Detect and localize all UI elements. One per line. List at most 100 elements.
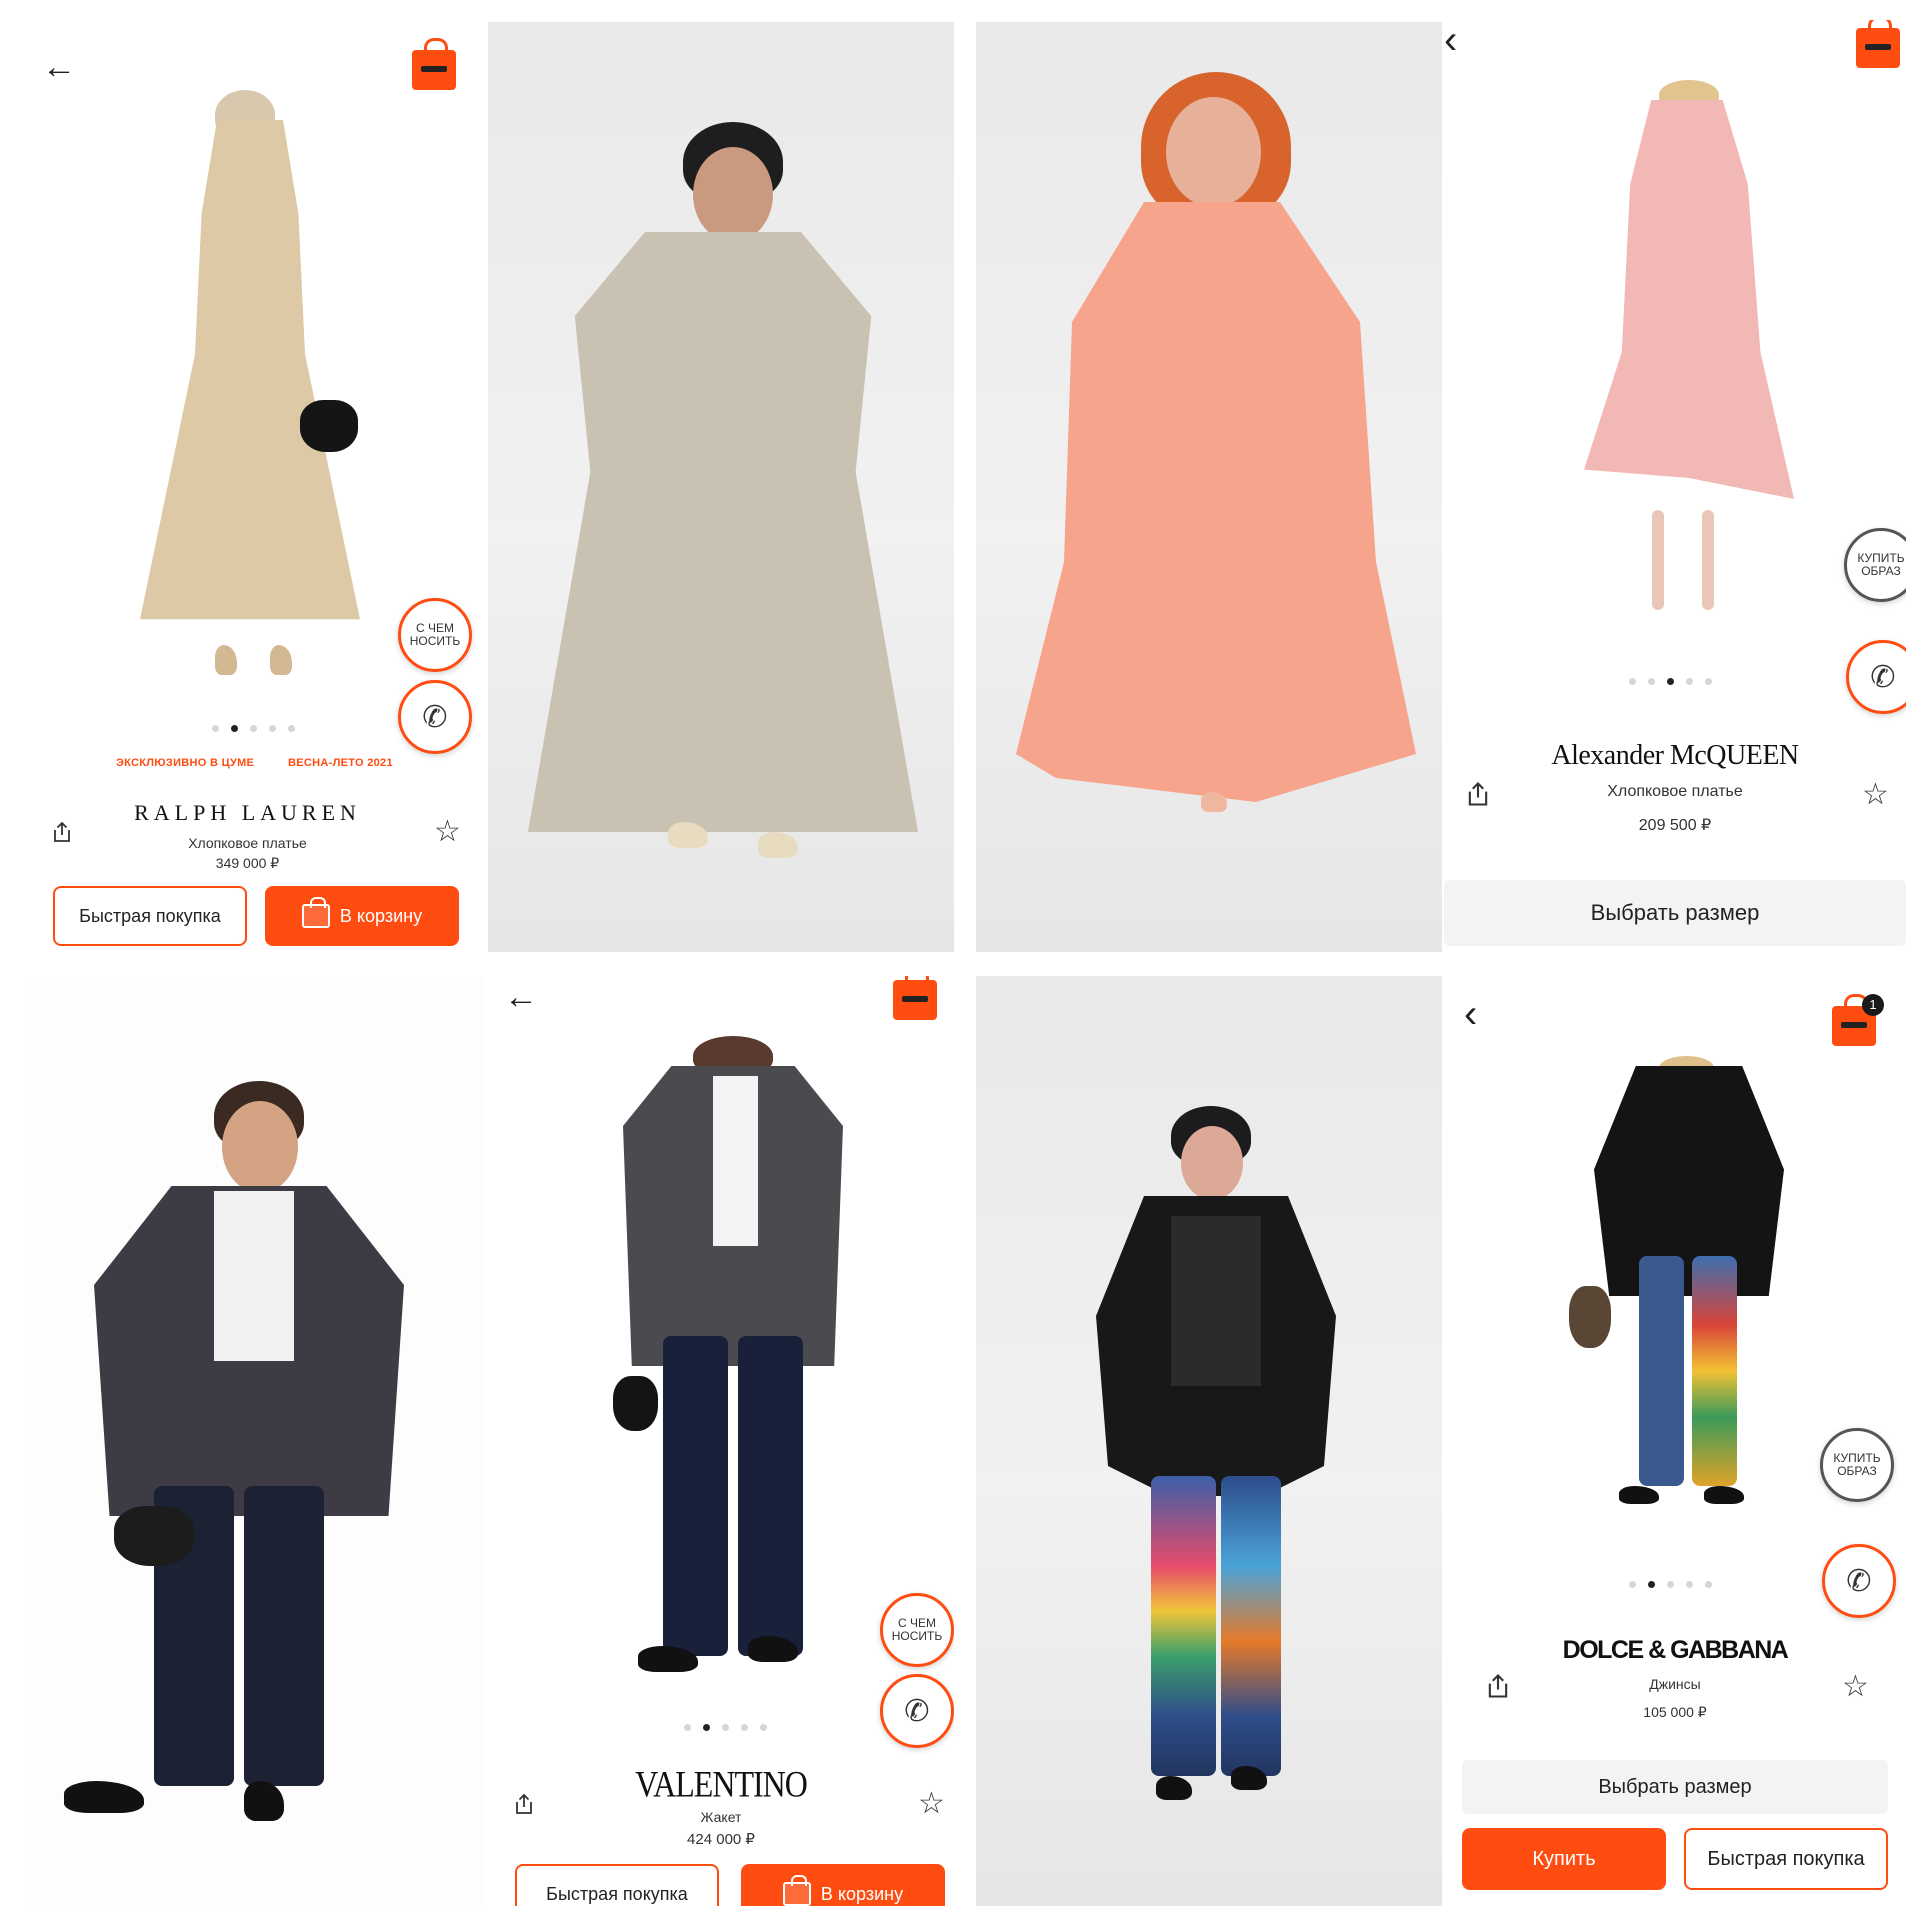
buy-look-button[interactable]: КУПИТЬ ОБРАЗ	[1820, 1428, 1894, 1502]
pagination-dot[interactable]	[1648, 678, 1655, 685]
quick-buy-button[interactable]: Быстрая покупка	[1684, 1828, 1888, 1890]
product-price: 349 000 ₽	[215, 855, 280, 871]
call-button[interactable]: ✆	[1846, 640, 1906, 714]
shoe-right	[1704, 1486, 1744, 1504]
call-button[interactable]: ✆	[1822, 1544, 1896, 1618]
image-pagination	[684, 1724, 767, 1731]
brand-name[interactable]: Alexander McQUEEN	[1444, 740, 1906, 772]
shoe-right	[758, 832, 798, 858]
pagination-dot[interactable]	[1705, 1581, 1712, 1588]
pagination-dot[interactable]	[1629, 1581, 1636, 1588]
pagination-dot[interactable]	[269, 725, 276, 732]
star-icon[interactable]: ☆	[918, 1789, 945, 1819]
add-to-cart-label: В корзину	[339, 905, 423, 926]
trouser-right	[738, 1336, 803, 1656]
phone-icon: ✆	[422, 700, 448, 734]
back-arrow-icon[interactable]: ‹	[1464, 994, 1477, 1034]
buy-button[interactable]: Купить	[1462, 1828, 1666, 1890]
shopping-bag-icon[interactable]	[893, 976, 937, 1020]
exclusive-tag: ЭКСКЛЮЗИВНО В ЦУМЕ	[116, 757, 255, 769]
share-icon[interactable]	[512, 1792, 536, 1816]
call-button[interactable]: ✆	[398, 680, 472, 754]
pagination-dot[interactable]	[212, 725, 219, 732]
leg-right	[1702, 510, 1714, 610]
star-icon[interactable]: ☆	[434, 817, 461, 847]
pagination-dot[interactable]	[1705, 678, 1712, 685]
model-photo-peach-dress	[976, 22, 1442, 952]
dress-shape	[528, 232, 918, 832]
product-image[interactable]	[613, 1036, 848, 1686]
model-photo-tweed-jacket	[24, 976, 484, 1906]
product-image[interactable]	[1569, 1056, 1804, 1516]
star-icon[interactable]: ☆	[1842, 1672, 1869, 1702]
shopping-bag-icon[interactable]	[412, 38, 456, 90]
handbag	[114, 1506, 194, 1566]
pagination-dot-active[interactable]	[703, 1724, 710, 1731]
phone-icon: ✆	[904, 1694, 930, 1728]
season-tag: ВЕСНА-ЛЕТО 2021	[288, 757, 393, 769]
choose-size-button[interactable]: Выбрать размер	[1462, 1760, 1888, 1814]
pagination-dot-active[interactable]	[1667, 678, 1674, 685]
product-image[interactable]	[120, 90, 380, 700]
share-icon[interactable]	[1464, 780, 1492, 808]
jeans-right	[1221, 1476, 1281, 1776]
pagination-dot[interactable]	[250, 725, 257, 732]
pagination-dot[interactable]	[741, 1724, 748, 1731]
pagination-dot-active[interactable]	[1648, 1581, 1655, 1588]
product-title: Хлопковое платье	[188, 835, 307, 851]
shopping-bag-icon	[782, 1875, 811, 1906]
buy-look-button[interactable]: КУПИТЬ ОБРАЗ	[1844, 528, 1906, 602]
model-photo-beige-dress	[488, 22, 954, 952]
dress-shape	[140, 120, 360, 620]
model-figure	[1096, 1106, 1336, 1826]
model-figure	[1016, 52, 1416, 832]
shoe-right	[244, 1781, 284, 1821]
add-to-cart-label: В корзину	[820, 1883, 904, 1904]
pagination-dot[interactable]	[1629, 678, 1636, 685]
pagination-dot[interactable]	[1686, 1581, 1693, 1588]
add-to-cart-button[interactable]: В корзину	[741, 1864, 945, 1906]
pagination-dot[interactable]	[288, 725, 295, 732]
product-title: Джинсы	[1649, 1676, 1701, 1692]
add-to-cart-button[interactable]: В корзину	[265, 886, 459, 946]
pagination-dot[interactable]	[760, 1724, 767, 1731]
product-panel-valentino: ← С ЧЕМ НОСИТЬ ✆ VALENTINO Жакет 424 000…	[488, 976, 954, 1906]
product-image[interactable]	[1584, 80, 1794, 640]
choose-size-button[interactable]: Выбрать размер	[1444, 880, 1906, 946]
brand-name[interactable]: DOLCE & GABBANA	[1444, 1636, 1906, 1665]
shoe-left	[215, 645, 237, 675]
model-face	[1166, 97, 1261, 207]
pagination-dot[interactable]	[722, 1724, 729, 1731]
handbag	[613, 1376, 658, 1431]
back-arrow-icon[interactable]: ←	[42, 50, 76, 84]
shoe-right	[270, 645, 292, 675]
model-face	[222, 1101, 298, 1193]
style-tips-button[interactable]: С ЧЕМ НОСИТЬ	[880, 1593, 954, 1667]
share-icon[interactable]	[1484, 1672, 1512, 1700]
shoe-left	[1156, 1776, 1192, 1800]
back-arrow-icon[interactable]: ←	[504, 980, 538, 1014]
jeans-right	[1692, 1256, 1737, 1486]
top-shape	[1171, 1216, 1261, 1386]
image-pagination	[1629, 678, 1712, 685]
pagination-dot[interactable]	[684, 1724, 691, 1731]
star-icon[interactable]: ☆	[1862, 780, 1889, 810]
shopping-bag-icon[interactable]	[1856, 20, 1900, 68]
jeans-left	[1151, 1476, 1216, 1776]
quick-buy-button[interactable]: Быстрая покупка	[53, 886, 247, 946]
back-arrow-icon[interactable]: ‹	[1444, 20, 1457, 60]
product-panel-alexander-mcqueen: ‹ КУПИТЬ ОБРАЗ ✆ Alexander McQUEEN Хлопк…	[1444, 20, 1906, 955]
call-button[interactable]: ✆	[880, 1674, 954, 1748]
phone-icon: ✆	[1870, 660, 1896, 694]
pagination-dot[interactable]	[1667, 1581, 1674, 1588]
product-panel-dolce-gabbana: ‹ 1 КУПИТЬ ОБРАЗ ✆ DOLCE & GABBANA Джинс…	[1444, 976, 1906, 1906]
pagination-dot-active[interactable]	[231, 725, 238, 732]
style-tips-button[interactable]: С ЧЕМ НОСИТЬ	[398, 598, 472, 672]
model-figure	[54, 1076, 454, 1836]
quick-buy-button[interactable]: Быстрая покупка	[515, 1864, 719, 1906]
brand-name[interactable]: VALENTINO	[488, 1763, 954, 1806]
brand-name[interactable]: RALPH LAUREN	[20, 800, 475, 826]
trouser-left	[663, 1336, 728, 1656]
pagination-dot[interactable]	[1686, 678, 1693, 685]
share-icon[interactable]	[50, 820, 74, 844]
